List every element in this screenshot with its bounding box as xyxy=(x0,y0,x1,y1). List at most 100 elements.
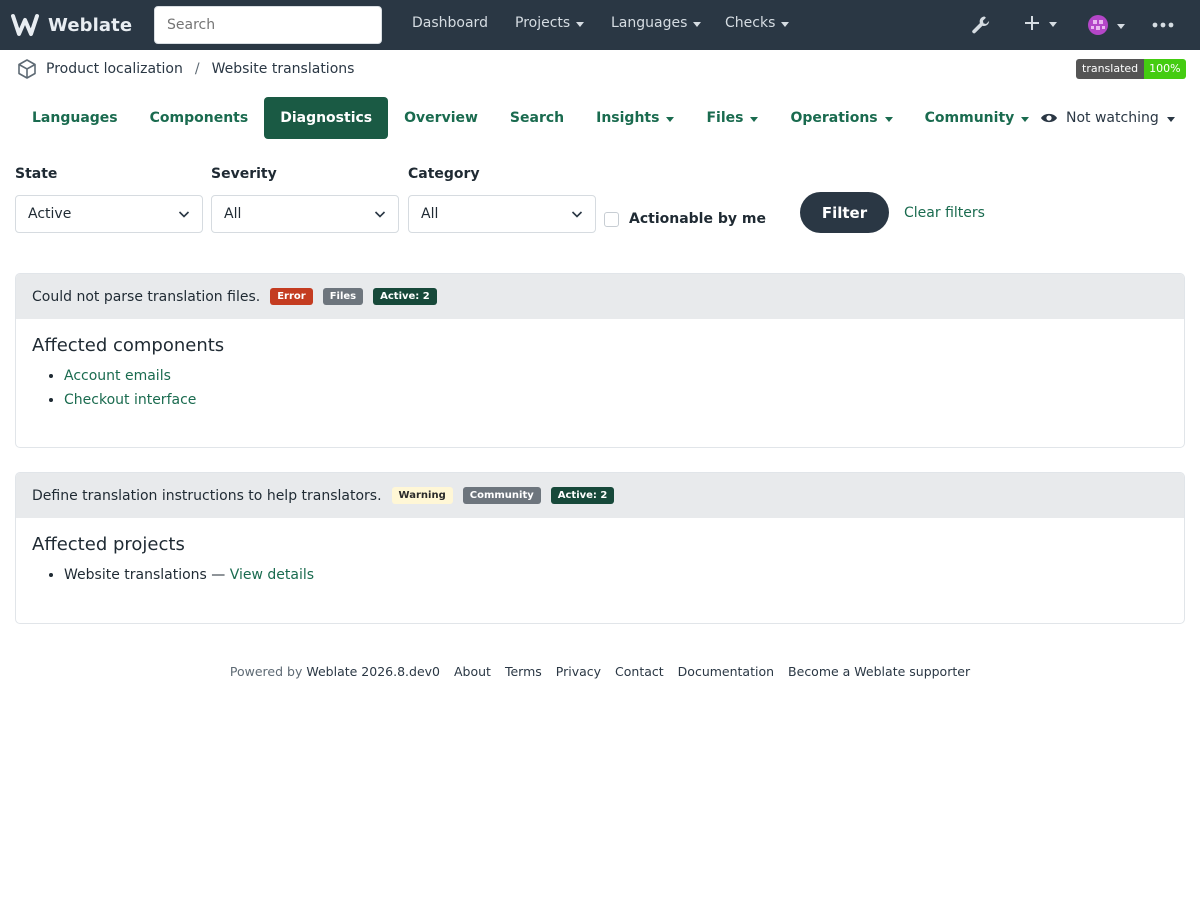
severity-badge: Warning xyxy=(391,487,453,504)
badge-label: translated xyxy=(1076,59,1145,79)
caret-down-icon xyxy=(750,116,759,122)
translated-badge[interactable]: translated 100% xyxy=(1076,59,1186,79)
wrench-icon[interactable] xyxy=(970,14,992,36)
actionable-label[interactable]: Actionable by me xyxy=(629,211,766,227)
nav-dashboard[interactable]: Dashboard xyxy=(412,15,488,31)
component-link[interactable]: Account emails xyxy=(64,368,171,384)
top-navbar: Weblate Dashboard Projects Languages Che… xyxy=(0,0,1200,50)
active-count-badge: Active: 2 xyxy=(550,487,615,504)
tab-components[interactable]: Components xyxy=(134,97,265,139)
tab-label: Operations xyxy=(790,110,878,126)
caret-down-icon xyxy=(1117,23,1125,29)
breadcrumb: Product localization / Website translati… xyxy=(16,58,354,80)
list-item: Checkout interface xyxy=(64,388,1168,412)
tab-label: Insights xyxy=(596,110,660,126)
add-menu[interactable] xyxy=(1023,14,1057,32)
severity-value: All xyxy=(224,206,242,222)
state-select[interactable]: Active xyxy=(15,195,203,233)
tabs: Languages Components Diagnostics Overvie… xyxy=(16,97,1045,139)
nav-projects-label: Projects xyxy=(515,15,571,31)
footer-supporter-link[interactable]: Become a Weblate supporter xyxy=(788,664,970,679)
footer-contact-link[interactable]: Contact xyxy=(615,664,664,679)
alert-title: Could not parse translation files. xyxy=(32,288,261,305)
footer-terms-link[interactable]: Terms xyxy=(505,664,542,679)
breadcrumb-project[interactable]: Product localization xyxy=(46,61,183,77)
tab-operations[interactable]: Operations xyxy=(774,97,908,139)
caret-down-icon xyxy=(1021,116,1030,122)
alert-card: Could not parse translation files. Error… xyxy=(15,273,1185,448)
footer-about-link[interactable]: About xyxy=(454,664,491,679)
project-name: Website translations — xyxy=(64,567,226,583)
component-link[interactable]: Checkout interface xyxy=(64,392,196,408)
chevron-down-icon xyxy=(178,211,190,218)
actionable-checkbox[interactable] xyxy=(604,211,619,227)
severity-badge: Error xyxy=(270,288,313,305)
filter-button[interactable]: Filter xyxy=(800,192,889,233)
alert-header: Define translation instructions to help … xyxy=(16,473,1184,518)
user-menu[interactable] xyxy=(1087,14,1125,36)
tab-label: Languages xyxy=(32,110,118,126)
footer-powered: Powered by Weblate 2026.8.dev0 xyxy=(230,664,440,679)
alert-header: Could not parse translation files. Error… xyxy=(16,274,1184,319)
watch-label: Not watching xyxy=(1066,110,1159,126)
severity-select[interactable]: All xyxy=(211,195,399,233)
alert-body: Affected projects Website translations —… xyxy=(16,518,1184,605)
alert-body: Affected components Account emails Check… xyxy=(16,319,1184,430)
affected-list: Account emails Checkout interface xyxy=(32,364,1168,412)
tab-search[interactable]: Search xyxy=(494,97,580,139)
caret-down-icon xyxy=(576,21,585,27)
state-value: Active xyxy=(28,206,72,222)
state-label: State xyxy=(15,166,58,182)
tab-label: Overview xyxy=(404,110,478,126)
badge-value: 100% xyxy=(1144,59,1186,79)
alert-section-title: Affected projects xyxy=(32,534,185,555)
tab-languages[interactable]: Languages xyxy=(16,97,134,139)
caret-down-icon xyxy=(884,116,893,122)
eye-icon xyxy=(1041,113,1057,123)
nav-checks-label: Checks xyxy=(725,15,776,31)
category-badge: Community xyxy=(462,487,541,504)
tab-diagnostics[interactable]: Diagnostics xyxy=(264,97,389,139)
affected-list: Website translations — View details xyxy=(32,563,1168,587)
watch-dropdown[interactable]: Not watching xyxy=(1040,110,1175,126)
more-icon[interactable] xyxy=(1152,22,1174,28)
tab-community[interactable]: Community xyxy=(909,97,1046,139)
active-count-badge: Active: 2 xyxy=(373,288,437,305)
tab-files[interactable]: Files xyxy=(690,97,774,139)
clear-filters-link[interactable]: Clear filters xyxy=(904,205,985,221)
nav-projects[interactable]: Projects xyxy=(515,15,585,31)
caret-down-icon xyxy=(1166,116,1175,122)
powered-by-text: Powered by xyxy=(229,664,303,679)
actionable-filter: Actionable by me xyxy=(604,211,766,227)
project-box-icon xyxy=(18,59,36,79)
list-item: Account emails xyxy=(64,364,1168,388)
version-link[interactable]: Weblate 2026.8.dev0 xyxy=(306,664,440,679)
tab-insights[interactable]: Insights xyxy=(580,97,690,139)
nav-languages[interactable]: Languages xyxy=(611,15,702,31)
weblate-logo-icon xyxy=(11,14,39,36)
category-select[interactable]: All xyxy=(408,195,596,233)
caret-down-icon xyxy=(693,21,702,27)
nav-checks[interactable]: Checks xyxy=(725,15,790,31)
view-details-link[interactable]: View details xyxy=(230,567,314,583)
tab-label: Components xyxy=(149,110,249,126)
category-badge: Files xyxy=(322,288,364,305)
category-label: Category xyxy=(408,166,480,182)
breadcrumb-component[interactable]: Website translations xyxy=(212,61,355,77)
tab-label: Community xyxy=(924,110,1015,126)
plus-icon xyxy=(1025,16,1039,30)
alert-section-title: Affected components xyxy=(32,335,225,356)
brand-name: Weblate xyxy=(48,14,133,36)
tab-overview[interactable]: Overview xyxy=(388,97,494,139)
avatar xyxy=(1088,15,1108,35)
category-value: All xyxy=(421,206,439,222)
nav-dashboard-label: Dashboard xyxy=(412,15,488,31)
brand[interactable]: Weblate xyxy=(10,11,132,39)
search-input[interactable] xyxy=(154,6,382,44)
footer-privacy-link[interactable]: Privacy xyxy=(556,664,601,679)
list-item: Website translations — View details xyxy=(64,563,1168,587)
caret-down-icon xyxy=(1049,21,1057,27)
caret-down-icon xyxy=(666,116,675,122)
footer-documentation-link[interactable]: Documentation xyxy=(678,664,774,679)
severity-label: Severity xyxy=(211,166,277,182)
